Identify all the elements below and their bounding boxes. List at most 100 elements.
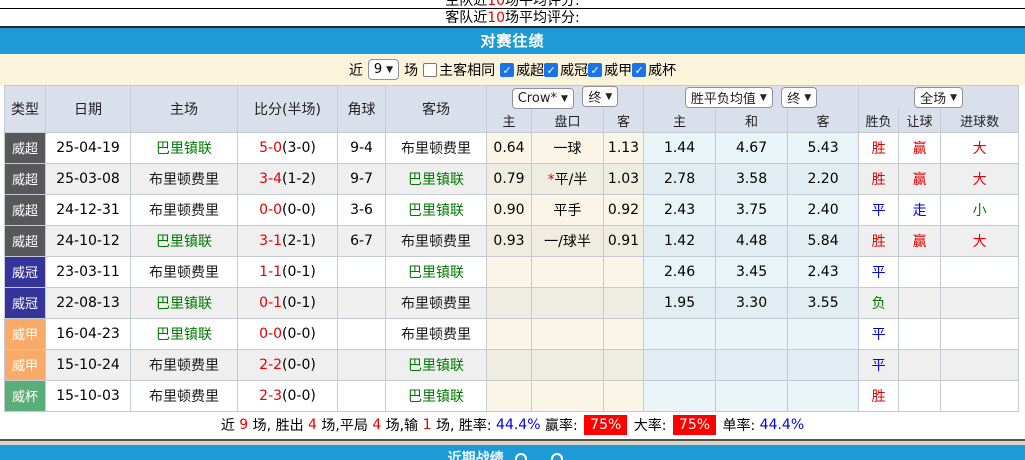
col-date: 日期: [46, 86, 131, 133]
table-row: 威冠23-03-11布里顿费里1-1(0-1)巴里镇联2.463.452.43平: [5, 256, 1019, 287]
goals-result: 大: [941, 163, 1019, 194]
result: 胜: [859, 163, 899, 194]
league-badge: 威超: [5, 132, 46, 163]
match-date: 16-04-23: [46, 318, 131, 349]
score: 2-2(0-0): [238, 349, 338, 380]
result: 负: [859, 287, 899, 318]
goals-result: [941, 256, 1019, 287]
corner-score: [338, 287, 386, 318]
table-row: 威甲16-04-23巴里镇联0-0(0-0)布里顿费里平: [5, 318, 1019, 349]
goals-result: 大: [941, 132, 1019, 163]
sub-col-进球数: 进球数: [941, 109, 1019, 132]
league-checkbox-威超[interactable]: ✓威超: [500, 60, 544, 80]
score: 3-1(2-1): [238, 225, 338, 256]
mean-time-value: 终: [787, 88, 800, 107]
checkbox-checked-icon[interactable]: ✓: [500, 63, 514, 77]
radio-icon[interactable]: [551, 453, 563, 460]
score: 3-4(1-2): [238, 163, 338, 194]
summary-text: 场,输: [381, 415, 422, 435]
home-team: 巴里镇联: [131, 318, 238, 349]
league-label: 威甲: [604, 60, 632, 80]
odds-away: [604, 349, 644, 380]
league-checkbox-威杯[interactable]: ✓威杯: [632, 60, 676, 80]
checkbox-checked-icon[interactable]: ✓: [588, 63, 602, 77]
mean-time-select[interactable]: 终▼: [781, 87, 817, 108]
league-checkbox-威冠[interactable]: ✓威冠: [544, 60, 588, 80]
checkbox-checked-icon[interactable]: ✓: [632, 63, 646, 77]
summary-text: 9: [239, 417, 248, 433]
mean-home: [644, 318, 716, 349]
rate-badge: 75%: [673, 415, 716, 435]
period-select[interactable]: 全场▼: [914, 87, 963, 108]
mean-home: 2.78: [644, 163, 716, 194]
summary-text: 场,平局: [317, 415, 372, 435]
league-badge: 威甲: [5, 349, 46, 380]
matches-label: 场: [404, 60, 418, 80]
sub-col-让球: 让球: [899, 109, 941, 132]
odds-home: [487, 318, 532, 349]
odds-away: 0.91: [604, 225, 644, 256]
league-badge: 威杯: [5, 380, 46, 411]
match-date: 15-10-24: [46, 349, 131, 380]
score: 5-0(3-0): [238, 132, 338, 163]
sub-col-和: 和: [716, 109, 788, 132]
match-date: 25-04-19: [46, 132, 131, 163]
col-away: 客场: [386, 86, 487, 133]
col-type: 类型: [5, 86, 46, 133]
next-section-label: 近期战绩: [448, 451, 504, 460]
handicap-result: [899, 287, 941, 318]
away-team: 布里顿费里: [386, 132, 487, 163]
away-team: 巴里镇联: [386, 163, 487, 194]
handicap: 一球: [532, 132, 604, 163]
odds-time-select[interactable]: 终▼: [582, 86, 618, 107]
away-team: 布里顿费里: [386, 318, 487, 349]
home-team: 布里顿费里: [131, 349, 238, 380]
corner-score: 9-7: [338, 163, 386, 194]
summary-row: 近 9 场, 胜出 4 场,平局 4 场,输 1 场, 胜率: 44.4% 赢率…: [0, 412, 1025, 441]
summary-text: 单率:: [718, 415, 760, 435]
league-label: 威杯: [648, 60, 676, 80]
odds-home: [487, 380, 532, 411]
score: 0-0(0-0): [238, 194, 338, 225]
handicap: [532, 256, 604, 287]
mean-draw: 3.58: [716, 163, 788, 194]
league-badge: 威超: [5, 225, 46, 256]
section-title: 对赛往绩: [0, 28, 1025, 54]
mean-draw: 4.48: [716, 225, 788, 256]
home-team: 巴里镇联: [131, 225, 238, 256]
odds-home: [487, 287, 532, 318]
match-count-select[interactable]: 9 ▼: [368, 59, 399, 80]
handicap-result: [899, 318, 941, 349]
odds-home: [487, 349, 532, 380]
away-team: 巴里镇联: [386, 256, 487, 287]
summary-text: 4: [372, 417, 381, 433]
checkbox-unchecked-icon[interactable]: [423, 63, 437, 77]
mean-draw: 3.45: [716, 256, 788, 287]
mean-away: 5.43: [788, 132, 859, 163]
col-corner: 角球: [338, 86, 386, 133]
mean-away: [788, 349, 859, 380]
score: 1-1(0-1): [238, 256, 338, 287]
match-date: 22-08-13: [46, 287, 131, 318]
home-team: 巴里镇联: [131, 132, 238, 163]
home-team: 布里顿费里: [131, 163, 238, 194]
table-row: 威冠22-08-13巴里镇联0-1(0-1)布里顿费里1.953.303.55负: [5, 287, 1019, 318]
mean-away: [788, 318, 859, 349]
checkbox-checked-icon[interactable]: ✓: [544, 63, 558, 77]
radio-icon[interactable]: [515, 453, 527, 460]
mean-away: 3.55: [788, 287, 859, 318]
bookmaker-select[interactable]: Crow*▼: [512, 88, 574, 109]
home-rating-suffix: 场平均评分:: [505, 0, 580, 9]
league-checkbox-威甲[interactable]: ✓威甲: [588, 60, 632, 80]
same-venue-checkbox[interactable]: 主客相同: [423, 60, 495, 80]
league-badge: 威冠: [5, 287, 46, 318]
league-badge: 威超: [5, 194, 46, 225]
away-rating-label: 客队近: [445, 10, 487, 26]
handicap-result: 赢: [899, 225, 941, 256]
odds-away: [604, 318, 644, 349]
mean-select[interactable]: 胜平负均值▼: [685, 87, 773, 108]
result: 胜: [859, 225, 899, 256]
sub-col-主: 主: [487, 109, 532, 132]
mean-away: 2.40: [788, 194, 859, 225]
odds-home: 0.64: [487, 132, 532, 163]
